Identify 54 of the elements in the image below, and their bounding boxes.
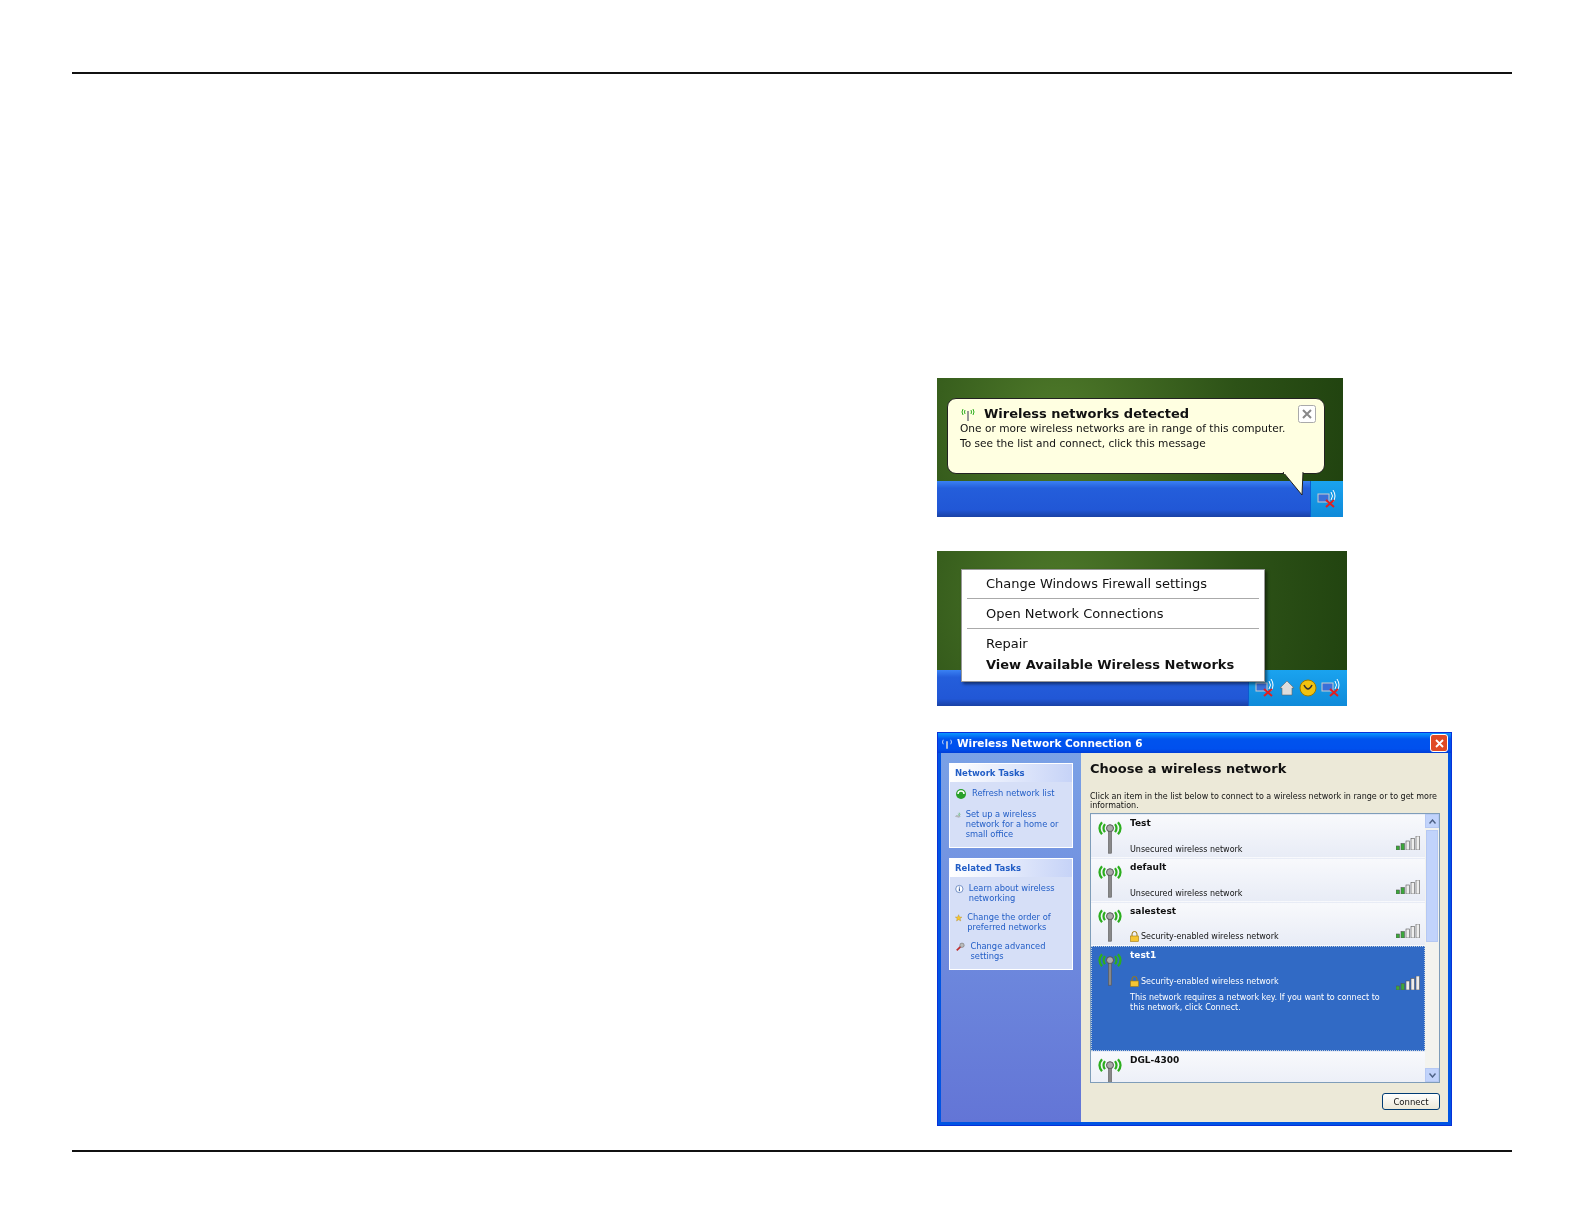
house-icon[interactable] (1279, 680, 1295, 696)
menu-item[interactable]: Open Network Connections (965, 603, 1261, 624)
signal-bars-icon (1396, 976, 1420, 990)
network-item[interactable]: default Unsecured wireless network (1091, 858, 1425, 902)
wrench-icon (955, 941, 966, 953)
heading: Choose a wireless network (1090, 761, 1288, 776)
network-name: salestest (1130, 906, 1178, 916)
network-error-icon[interactable] (1255, 679, 1275, 697)
security-status: Unsecured wireless network (1130, 889, 1243, 898)
close-icon (1434, 738, 1444, 748)
network-item[interactable]: test1 Security-enabled wireless network This network requires a network key. If you want to connect to this network, click Connect. (1091, 946, 1425, 1051)
task-link[interactable]: Learn about wireless networking (968, 883, 1067, 903)
antenna-icon (960, 406, 976, 421)
task-link[interactable]: Refresh network list (972, 788, 1055, 798)
close-icon[interactable] (1298, 405, 1316, 423)
window-title: Wireless Network Connection 6 (957, 737, 1144, 749)
lock-icon (1130, 976, 1139, 987)
refresh-icon (955, 788, 967, 800)
signal-bars-icon (1396, 924, 1420, 938)
scrollbar[interactable] (1425, 814, 1439, 1082)
network-error-icon[interactable] (1321, 679, 1341, 697)
signal-bars-icon (1396, 880, 1420, 894)
balloon-message: To see the list and connect, click this message (960, 436, 1207, 451)
menu-item[interactable]: Repair (965, 633, 1261, 654)
network-item[interactable]: DGL-4300 (1091, 1051, 1425, 1082)
balloon-title: Wireless networks detected (984, 406, 1190, 421)
menu-item[interactable]: Change Windows Firewall settings (965, 573, 1261, 594)
balloon-message: One or more wireless networks are in range of this computer. (960, 421, 1287, 436)
lock-icon (1130, 931, 1139, 942)
security-status: Unsecured wireless network (1130, 845, 1243, 854)
security-status: Security-enabled wireless network (1141, 932, 1279, 941)
network-name: default (1130, 862, 1168, 872)
network-item[interactable]: Test Unsecured wireless network (1091, 814, 1425, 858)
network-name: Test (1130, 818, 1152, 828)
signal-bars-icon (1396, 836, 1420, 850)
connect-button[interactable]: Connect (1382, 1093, 1440, 1110)
network-name: test1 (1130, 950, 1158, 960)
panel-title: Related Tasks (950, 859, 1072, 877)
instructions: Click an item in the list below to connect to a wireless network in range or to get more information. (1090, 792, 1438, 810)
task-link[interactable]: Change advanced settings (970, 941, 1067, 961)
info-icon (955, 883, 964, 895)
close-button[interactable] (1430, 734, 1448, 752)
network-error-icon[interactable] (1317, 490, 1337, 508)
antenna-icon (941, 737, 953, 749)
panel-title: Network Tasks (950, 764, 1072, 782)
notification-balloon[interactable]: Wireless networks detected One or more wireless networks are in range of this computer. To see the list and connect, click this message (947, 398, 1325, 474)
menu-item[interactable]: View Available Wireless Networks (965, 654, 1261, 675)
star-icon (955, 912, 963, 924)
security-status: Security-enabled wireless network (1141, 977, 1279, 986)
network-name: DGL-4300 (1130, 1055, 1181, 1065)
network-item[interactable]: salestest Security-enabled wireless network (1091, 902, 1425, 946)
task-link[interactable]: Set up a wireless network for a home or small office (965, 809, 1067, 839)
task-link[interactable]: Change the order of preferred networks (967, 912, 1067, 932)
network-details: This network requires a network key. If you want to connect to this network, click Connect. (1130, 993, 1381, 1013)
